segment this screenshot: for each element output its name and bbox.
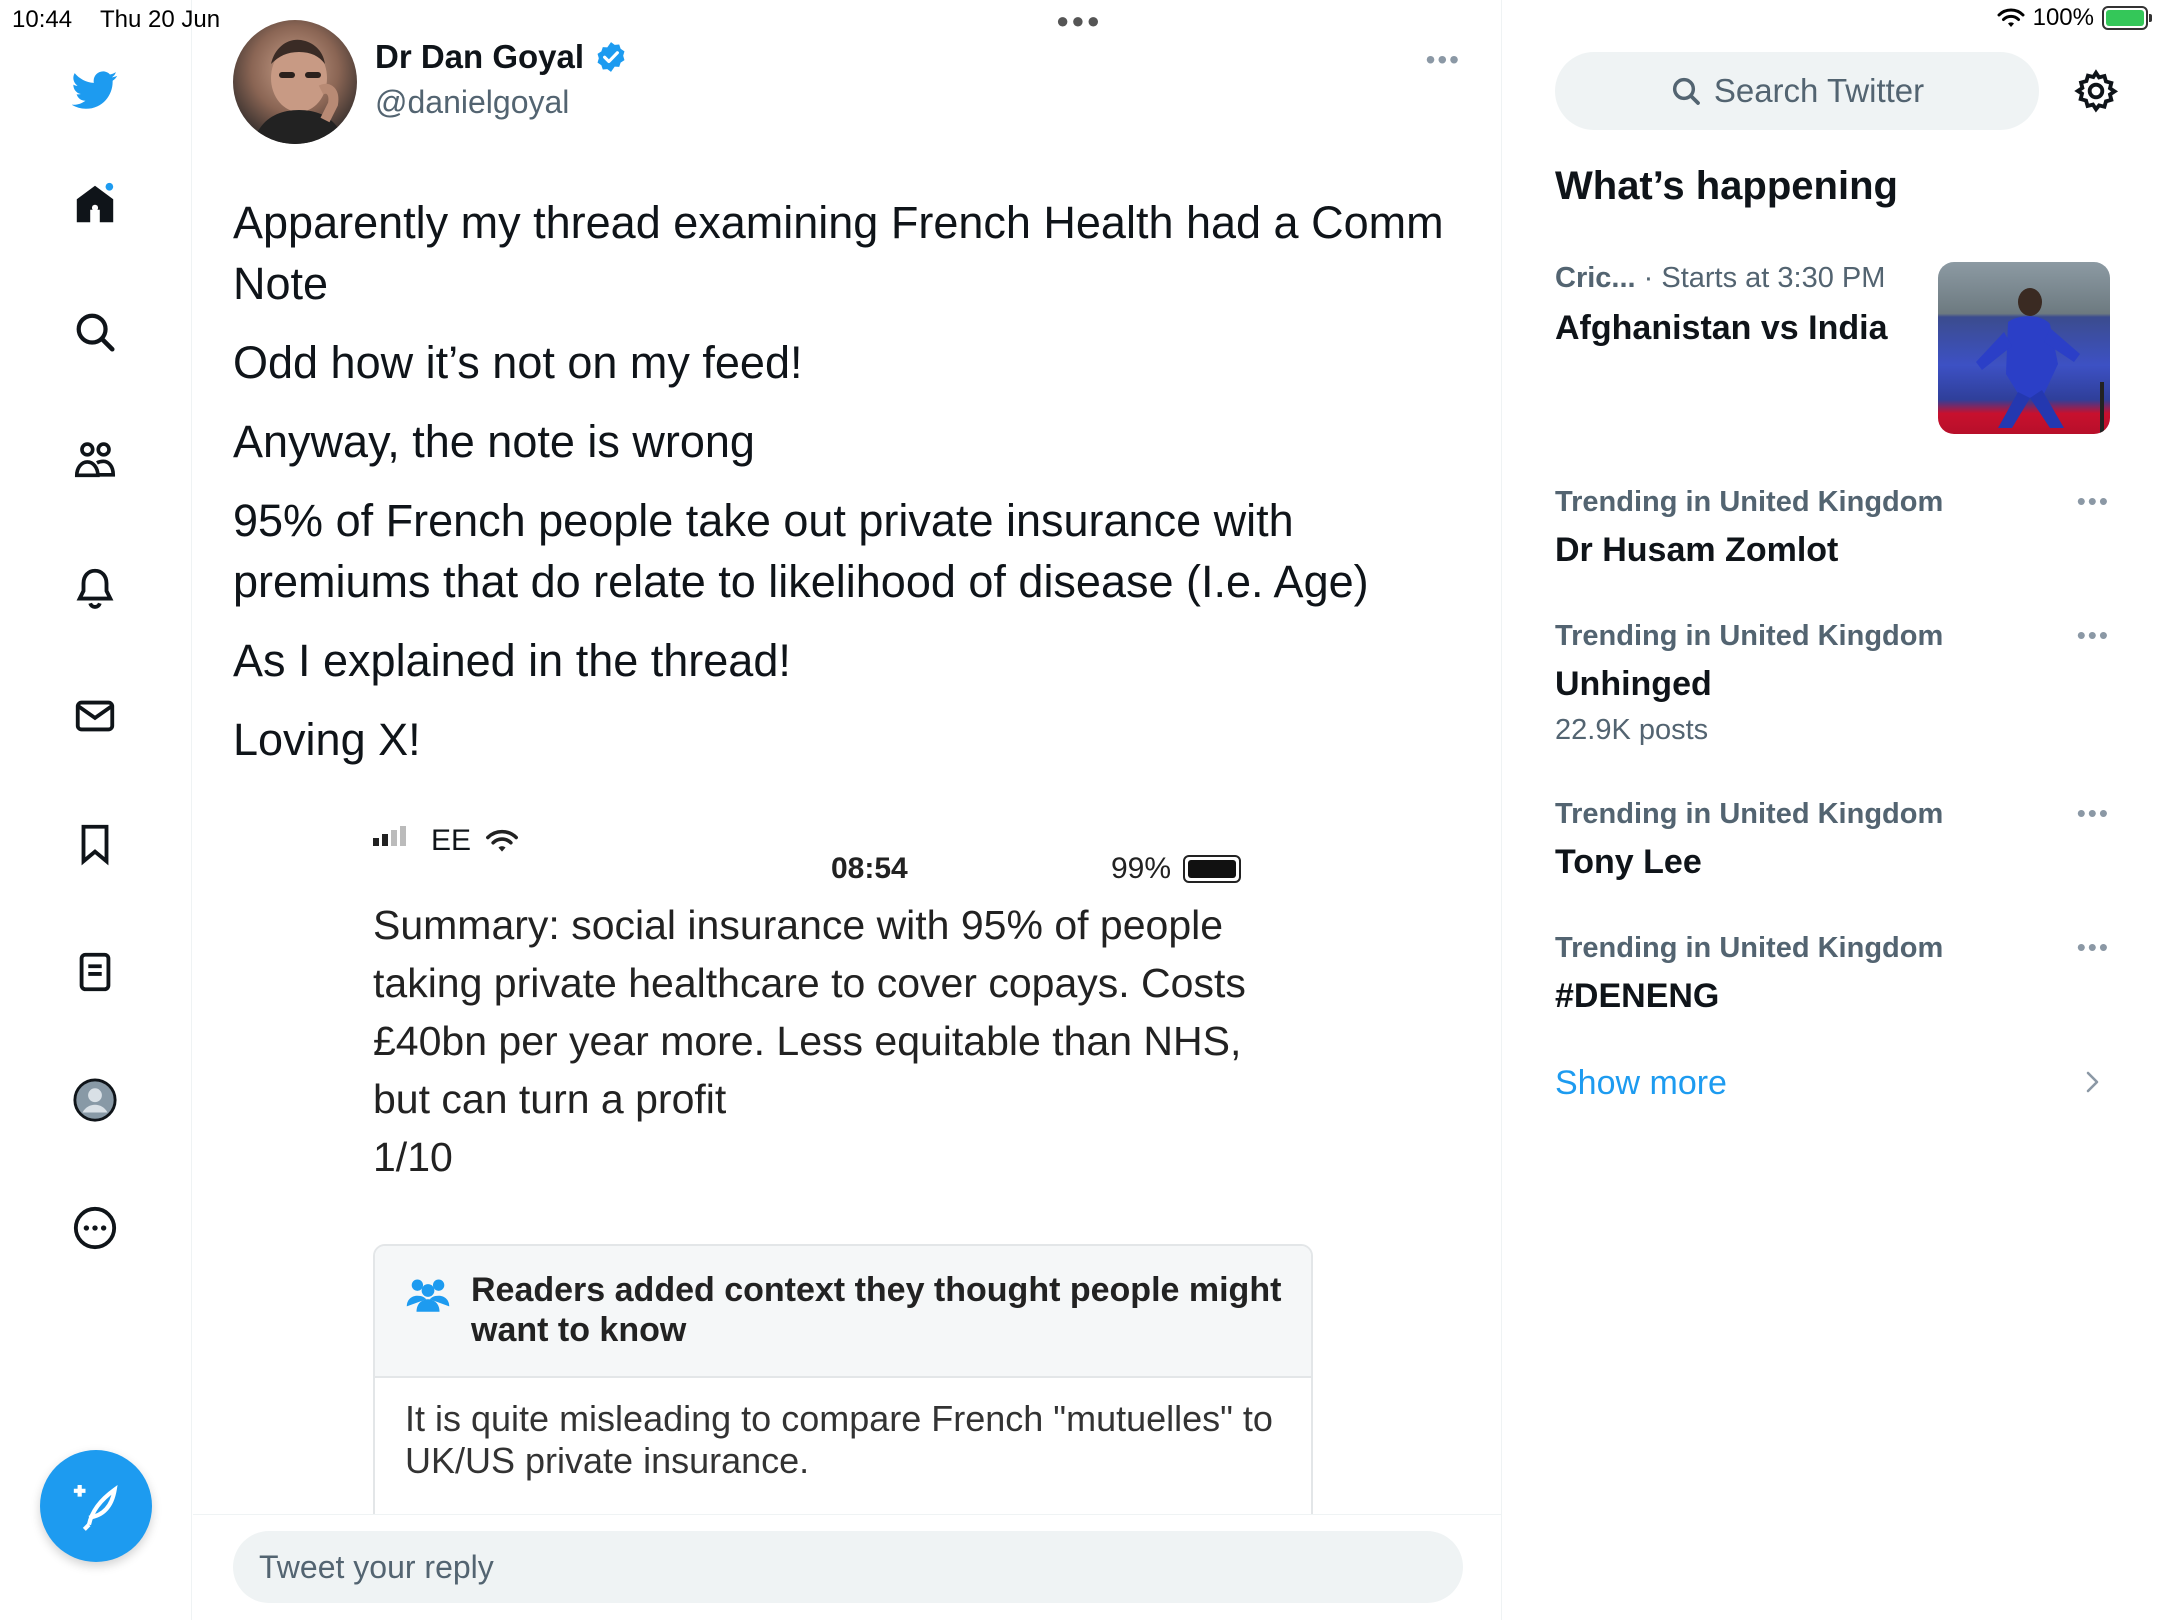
cricket-player-image bbox=[1976, 288, 2104, 434]
trend-more-icon[interactable]: ••• bbox=[2077, 486, 2110, 517]
more-icon[interactable] bbox=[63, 1196, 127, 1260]
search-placeholder: Search Twitter bbox=[1713, 72, 1925, 109]
trend-category: Trending in United Kingdom bbox=[1555, 798, 1944, 830]
search-box[interactable]: Search Twitter bbox=[1555, 52, 2039, 130]
event-category: Cric... bbox=[1555, 262, 1636, 294]
tweet-paragraph: Loving X! bbox=[233, 714, 421, 765]
explore-icon[interactable] bbox=[63, 300, 127, 364]
reply-bar bbox=[193, 1514, 1501, 1620]
tweet-image[interactable]: EE 08:54 99% Summary: social insurance w… bbox=[341, 796, 1379, 1516]
tweet-paragraph: Odd how it’s not on my feed! bbox=[233, 337, 803, 388]
trend-item[interactable]: Trending in United Kingdom #DENENG ••• bbox=[1555, 932, 2110, 1016]
lists-icon[interactable] bbox=[63, 940, 127, 1004]
trend-name: Tony Lee bbox=[1555, 843, 1702, 881]
trend-category: Trending in United Kingdom bbox=[1555, 486, 1944, 518]
status-bar: 10:44 Thu 20 Jun ●●● 100% bbox=[0, 0, 2160, 40]
show-more-label: Show more bbox=[1555, 1064, 1727, 1102]
image-battery-percent: 99% bbox=[1111, 852, 1172, 885]
community-note-title: Readers added context they thought peopl… bbox=[471, 1271, 1282, 1349]
communities-icon[interactable] bbox=[63, 428, 127, 492]
tweet-paragraph: Apparently my thread examining French He… bbox=[233, 197, 1444, 309]
bookmarks-icon[interactable] bbox=[63, 812, 127, 876]
summary-line: taking private healthcare to cover copay… bbox=[373, 960, 1246, 1006]
author-display-name: Dr Dan Goyal bbox=[375, 38, 585, 75]
image-status-bar: 08:54 99% bbox=[371, 824, 1371, 885]
tweet-paragraph: As I explained in the thread! bbox=[233, 635, 791, 686]
trend-more-icon[interactable]: ••• bbox=[2077, 798, 2110, 829]
chevron-right-icon bbox=[2086, 1071, 2099, 1093]
tweet-body: Apparently my thread examining French He… bbox=[233, 192, 1463, 788]
left-nav bbox=[0, 0, 192, 1620]
tweet-paragraph: Anyway, the note is wrong bbox=[233, 416, 755, 467]
author-handle[interactable]: @danielgoyal bbox=[375, 84, 569, 121]
trend-category: Trending in United Kingdom bbox=[1555, 932, 1944, 964]
settings-gear-icon[interactable] bbox=[2073, 68, 2119, 114]
search-icon bbox=[1672, 77, 1700, 105]
community-note: Readers added context they thought peopl… bbox=[373, 1244, 1313, 1516]
image-summary: Summary: social insurance with 95% of pe… bbox=[373, 896, 1353, 1186]
summary-line: £40bn per year more. Less equitable than… bbox=[373, 1018, 1242, 1064]
event-time: · Starts at 3:30 PM bbox=[1643, 262, 1886, 294]
trend-item[interactable]: Trending in United Kingdom Unhinged 22.9… bbox=[1555, 620, 2110, 747]
show-more-link[interactable]: Show more bbox=[1555, 1064, 2110, 1103]
wifi-icon bbox=[1997, 8, 2025, 27]
trend-name: #DENENG bbox=[1555, 977, 1720, 1015]
status-right: 100% bbox=[1997, 4, 2152, 32]
tweet-more-options-icon[interactable]: ••• bbox=[1426, 44, 1461, 76]
community-note-header: Readers added context they thought peopl… bbox=[375, 1246, 1311, 1378]
twitter-logo-icon[interactable] bbox=[63, 58, 127, 122]
tweet-detail: Dr Dan Goyal @danielgoyal ••• Apparently… bbox=[193, 0, 1502, 1620]
messages-icon[interactable] bbox=[63, 684, 127, 748]
author-name[interactable]: Dr Dan Goyal bbox=[375, 38, 628, 76]
tweet-paragraph: 95% of French people take out private in… bbox=[233, 495, 1369, 607]
summary-line: 1/10 bbox=[373, 1134, 453, 1180]
reply-input[interactable] bbox=[233, 1531, 1463, 1603]
trend-item[interactable]: Trending in United Kingdom Dr Husam Zoml… bbox=[1555, 486, 2110, 570]
compose-feather-icon bbox=[73, 1485, 118, 1531]
trend-event-card[interactable]: Cric... · Starts at 3:30 PM Afghanistan … bbox=[1555, 262, 2110, 440]
trend-category: Trending in United Kingdom bbox=[1555, 620, 1944, 652]
trend-post-count: 22.9K posts bbox=[1555, 714, 1709, 746]
status-time: 10:44 bbox=[12, 6, 73, 33]
summary-line: Summary: social insurance with 95% of pe… bbox=[373, 902, 1224, 948]
right-sidebar: Search Twitter What’s happening Cric... … bbox=[1503, 0, 2160, 1620]
community-note-body: It is quite misleading to compare French… bbox=[405, 1398, 1273, 1481]
verified-badge-icon bbox=[597, 42, 625, 72]
battery-percent: 100% bbox=[2032, 4, 2094, 31]
whats-happening-title: What’s happening bbox=[1555, 164, 1898, 208]
image-battery-icon bbox=[1183, 855, 1242, 883]
event-thumbnail bbox=[1938, 262, 2110, 434]
trend-name: Unhinged bbox=[1555, 665, 1712, 703]
image-battery: 99% bbox=[1111, 852, 1242, 886]
trend-more-icon[interactable]: ••• bbox=[2077, 620, 2110, 651]
home-icon[interactable] bbox=[63, 172, 127, 236]
summary-line: but can turn a profit bbox=[373, 1076, 727, 1122]
battery-icon bbox=[2102, 6, 2152, 30]
community-people-icon bbox=[406, 1279, 450, 1312]
compose-tweet-button[interactable] bbox=[40, 1450, 152, 1562]
notifications-icon[interactable] bbox=[63, 556, 127, 620]
trend-more-icon[interactable]: ••• bbox=[2077, 932, 2110, 963]
trend-name: Dr Husam Zomlot bbox=[1555, 531, 1839, 569]
trend-item[interactable]: Trending in United Kingdom Tony Lee ••• bbox=[1555, 798, 2110, 882]
status-date: Thu 20 Jun bbox=[100, 6, 221, 33]
multitasking-dots-icon[interactable]: ●●● bbox=[1056, 8, 1102, 34]
image-time: 08:54 bbox=[831, 852, 908, 885]
profile-icon[interactable] bbox=[63, 1068, 127, 1132]
